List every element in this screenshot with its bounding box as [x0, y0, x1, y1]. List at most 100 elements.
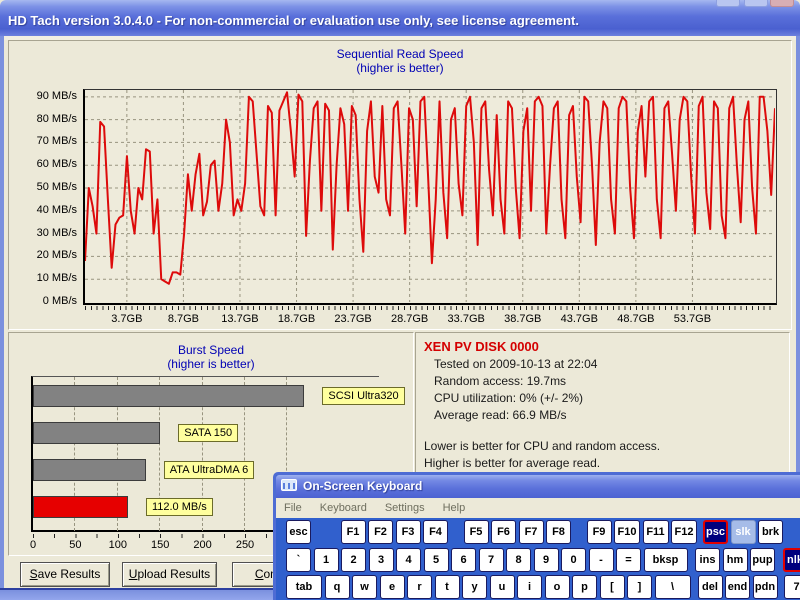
save-results-button[interactable]: Save Results	[20, 562, 110, 587]
key-backslash[interactable]: \	[655, 575, 691, 599]
key-F6[interactable]: F6	[491, 520, 516, 544]
key-u[interactable]: u	[490, 575, 515, 599]
burst-x-tick-label: 0	[30, 539, 36, 551]
key-row-2: `1234567890-=bkspinshmpupnlk	[276, 548, 800, 572]
osk-titlebar[interactable]: On-Screen Keyboard	[276, 475, 800, 498]
key-t[interactable]: t	[435, 575, 460, 599]
bar-sata-150	[33, 422, 160, 444]
key-row-1: esc F1F2F3F4 F5F6F7F8 F9F10F11F12pscslkbrk	[276, 520, 800, 544]
key-backtick[interactable]: `	[286, 548, 311, 572]
osk-menu-settings[interactable]: Settings	[385, 502, 425, 514]
window-border-left	[0, 36, 4, 594]
key-i[interactable]: i	[517, 575, 542, 599]
sequential-read-panel: Sequential Read Speed (higher is better)…	[8, 40, 792, 330]
key-F12[interactable]: F12	[671, 520, 697, 544]
seq-title-line1: Sequential Read Speed	[9, 47, 791, 61]
close-button[interactable]	[770, 0, 794, 7]
y-tick-label: 90 MB/s	[37, 90, 77, 102]
key-F3[interactable]: F3	[396, 520, 421, 544]
seq-x-axis-labels: 3.7GB8.7GB13.7GB18.7GB23.7GB28.7GB33.7GB…	[85, 313, 775, 327]
key-tab[interactable]: tab	[286, 575, 322, 599]
key-rbracket[interactable]: ]	[627, 575, 652, 599]
key-5[interactable]: 5	[424, 548, 449, 572]
key-lbracket[interactable]: [	[600, 575, 625, 599]
key-F5[interactable]: F5	[464, 520, 489, 544]
burst-x-tick-label: 50	[69, 539, 81, 551]
key-F10[interactable]: F10	[614, 520, 640, 544]
key-pup[interactable]: pup	[750, 548, 775, 572]
key-7[interactable]: 7	[479, 548, 504, 572]
key-equals[interactable]: =	[616, 548, 641, 572]
key-6[interactable]: 6	[451, 548, 476, 572]
key-del[interactable]: del	[698, 575, 723, 599]
key-hm[interactable]: hm	[723, 548, 748, 572]
key-r[interactable]: r	[407, 575, 432, 599]
burst-x-tick-label: 100	[109, 539, 127, 551]
key-0[interactable]: 0	[561, 548, 586, 572]
burst-title-line1: Burst Speed	[9, 343, 413, 357]
x-tick-label: 53.7GB	[674, 313, 711, 325]
x-tick-label: 18.7GB	[278, 313, 315, 325]
key-9[interactable]: 9	[534, 548, 559, 572]
bar-scsi-ultra320	[33, 385, 304, 407]
main-titlebar[interactable]: HD Tach version 3.0.4.0 - For non-commer…	[0, 0, 800, 36]
read-speed-chart	[85, 90, 775, 302]
maximize-button[interactable]	[744, 0, 768, 7]
key-e[interactable]: e	[380, 575, 405, 599]
key-y[interactable]: y	[462, 575, 487, 599]
info-spacer	[424, 424, 781, 438]
x-tick-label: 13.7GB	[221, 313, 258, 325]
key-q[interactable]: q	[325, 575, 350, 599]
x-tick-label: 8.7GB	[168, 313, 199, 325]
key-esc[interactable]: esc	[286, 520, 311, 544]
x-tick-label: 43.7GB	[561, 313, 598, 325]
key-ins[interactable]: ins	[695, 548, 720, 572]
key-F2[interactable]: F2	[368, 520, 393, 544]
y-tick-label: 80 MB/s	[37, 113, 77, 125]
key-F1[interactable]: F1	[341, 520, 366, 544]
seq-chart-title: Sequential Read Speed (higher is better)	[9, 47, 791, 75]
window-title: HD Tach version 3.0.4.0 - For non-commer…	[8, 13, 579, 28]
drive-name: XEN PV DISK 0000	[424, 339, 781, 354]
key-slk[interactable]: slk	[731, 520, 756, 544]
key-w[interactable]: w	[352, 575, 377, 599]
key-minus[interactable]: -	[589, 548, 614, 572]
key-F4[interactable]: F4	[423, 520, 448, 544]
key-7[interactable]: 7	[784, 575, 800, 599]
x-tick-label: 3.7GB	[111, 313, 142, 325]
key-F9[interactable]: F9	[587, 520, 612, 544]
keyboard-icon	[281, 479, 297, 491]
minimize-button[interactable]	[716, 0, 740, 7]
bar-label: SCSI Ultra320	[322, 387, 404, 405]
key-8[interactable]: 8	[506, 548, 531, 572]
osk-menu-help[interactable]: Help	[443, 502, 466, 514]
key-brk[interactable]: brk	[758, 520, 783, 544]
key-psc[interactable]: psc	[703, 520, 728, 544]
burst-x-tick-label: 150	[151, 539, 169, 551]
key-F7[interactable]: F7	[519, 520, 544, 544]
key-1[interactable]: 1	[314, 548, 339, 572]
key-p[interactable]: p	[572, 575, 597, 599]
key-bksp[interactable]: bksp	[644, 548, 688, 572]
y-tick-label: 50 MB/s	[37, 181, 77, 193]
key-end[interactable]: end	[725, 575, 750, 599]
key-F8[interactable]: F8	[546, 520, 571, 544]
key-3[interactable]: 3	[369, 548, 394, 572]
osk-window: On-Screen Keyboard File Keyboard Setting…	[273, 472, 800, 600]
y-tick-label: 20 MB/s	[37, 249, 77, 261]
upload-results-button[interactable]: Upload Results	[122, 562, 217, 587]
key-o[interactable]: o	[545, 575, 570, 599]
key-pdn[interactable]: pdn	[753, 575, 778, 599]
seq-y-axis-labels: 90 MB/s80 MB/s70 MB/s60 MB/s50 MB/s40 MB…	[11, 89, 79, 305]
osk-menu-keyboard[interactable]: Keyboard	[320, 502, 367, 514]
burst-x-tick-label: 250	[236, 539, 254, 551]
key-2[interactable]: 2	[341, 548, 366, 572]
osk-window-title: On-Screen Keyboard	[303, 479, 422, 493]
bar-label: ATA UltraDMA 6	[164, 461, 254, 479]
key-nlk[interactable]: nlk	[783, 548, 800, 572]
key-row-3: tabqwertyuiop[]\ delendpdn7	[276, 575, 800, 599]
key-4[interactable]: 4	[396, 548, 421, 572]
osk-menu-file[interactable]: File	[284, 502, 302, 514]
y-tick-label: 60 MB/s	[37, 158, 77, 170]
key-F11[interactable]: F11	[643, 520, 669, 544]
